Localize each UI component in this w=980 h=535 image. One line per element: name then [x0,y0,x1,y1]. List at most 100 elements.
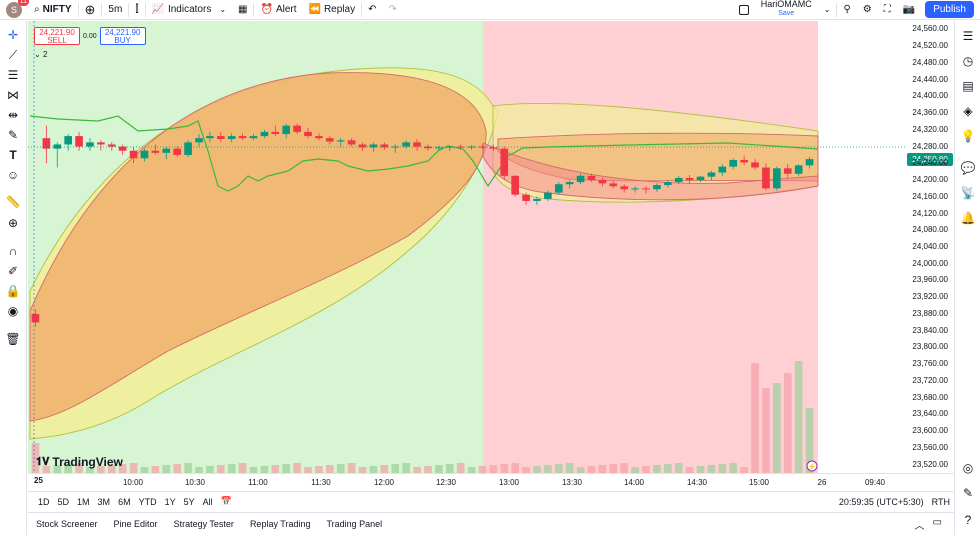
dom-button[interactable]: ◎ [959,459,977,477]
price-tick: 24,240.00 [912,158,948,168]
price-tick: 23,800.00 [912,342,948,352]
price-tick: 23,720.00 [912,375,948,385]
range-button-3m[interactable]: 3M [94,497,115,507]
range-button-1m[interactable]: 1M [73,497,94,507]
range-button-5y[interactable]: 5Y [180,497,199,507]
alert-button[interactable]: ⏰ Alert [254,0,302,20]
trendline-tool[interactable]: ⟋ [5,47,21,63]
chart-pane[interactable]: ⚡ [28,21,906,473]
date-range-button[interactable]: 📅 [217,496,236,507]
candle [478,146,487,148]
range-button-1d[interactable]: 1D [34,497,54,507]
range-button-1y[interactable]: 1Y [161,497,180,507]
target-icon: ◎ [962,461,974,475]
calendar-plus-icon: ▤ [962,79,974,93]
chat-button[interactable]: 💬 [959,159,977,177]
data-window-button[interactable]: ▤ [959,77,977,95]
time-tick: 09:40 [864,478,886,487]
watchlist-button[interactable]: ☰ [959,27,977,45]
settings-button[interactable]: ⚙ [857,0,878,20]
quick-search-button[interactable]: ⚲ [837,0,856,20]
buy-button[interactable]: 24,221.90 BUY [99,27,146,45]
candle [620,186,629,190]
alerts-button[interactable]: ◷ [959,52,977,70]
text-tool[interactable]: T [5,147,21,163]
clock-display[interactable]: 20:59:35 (UTC+5:30) [835,497,928,507]
calendar-icon: 📅 [220,496,232,506]
magnet-icon: ∩ [8,244,18,258]
price-tick: 24,520.00 [912,41,948,51]
indicators-button[interactable]: 📈 Indicators ⌄ [146,0,233,20]
candle [413,142,421,147]
volume-bar [794,361,803,473]
zoom-tool[interactable]: ⊕ [5,215,21,231]
fib-tool[interactable]: ☰ [5,67,21,83]
price-axis[interactable]: 24,250.80 24,560.00 24,520.00 24,480.00 24,… [906,21,954,473]
templates-button[interactable]: ▦ [232,0,253,20]
chevron-up-icon[interactable]: ︿ [915,517,925,532]
hide-tool[interactable]: ◉ [5,303,21,319]
streams-button[interactable]: 📡 [959,184,977,202]
ideas-button[interactable]: 💡 [959,127,977,145]
tab-stock-screener[interactable]: Stock Screener [28,519,106,529]
crosshair-tool[interactable]: ✛ [5,27,21,43]
tab-strategy-tester[interactable]: Strategy Tester [166,519,242,529]
sell-button[interactable]: 24,221.90 SELL [34,27,80,45]
range-button-6m[interactable]: 6M [114,497,135,507]
price-tick: 23,600.00 [912,426,948,436]
time-tick: 12:00 [373,478,395,487]
undo-button[interactable]: ↶ [362,0,382,20]
interval-button[interactable]: 5m [102,0,128,20]
tab-replay-trading[interactable]: Replay Trading [242,519,319,529]
user-avatar[interactable]: S 11 [6,0,29,18]
remove-tool[interactable]: 🗑 [5,331,21,347]
tab-pine-editor[interactable]: Pine Editor [106,519,166,529]
save-status: Save [778,9,795,17]
candle [751,162,759,168]
trendline-icon: ⟋ [8,47,18,62]
grid-icon: ▦ [238,4,248,15]
emoji-tool[interactable]: ☺ [5,167,21,183]
time-tick: 13:00 [498,478,520,487]
notifications-button[interactable]: 🔔 [959,209,977,227]
replay-button[interactable]: ⏪ Replay [303,0,362,20]
session-toggle[interactable]: RTH [928,497,954,507]
help-button[interactable]: ? [959,511,977,529]
redo-button[interactable]: ↷ [382,0,402,20]
alarm-clock-icon: ⏰ [260,4,273,15]
volume-bar [282,464,291,473]
layers-button[interactable]: ◈ [959,102,977,120]
range-button-ytd[interactable]: YTD [135,497,161,507]
symbol-search[interactable]: ⌕ NIFTY [28,0,78,20]
brush-tool[interactable]: ✎ [5,127,21,143]
magnet-tool[interactable]: ∩ [5,243,21,259]
chart-type-button[interactable]: ⫿ [129,0,144,20]
volume-bar [336,464,345,473]
trash-icon: 🗑 [5,332,21,346]
layout-name-button[interactable]: HariOMAMC Save [755,0,818,20]
range-button-all[interactable]: All [199,497,217,507]
layout-menu-button[interactable]: ⌄ [818,0,837,20]
drawing-toolbar: ✛ ⟋ ☰ ⋈ ⇹ ✎ T ☺ 📏 ⊕ ∩ ✐ 🔒 ◉ 🗑 [0,21,27,535]
lock-tool[interactable]: 🔒 [5,283,21,299]
projection-tool[interactable]: ⇹ [5,107,21,123]
measure-tool[interactable]: 📏 [5,194,21,210]
notes-button[interactable]: ✎ [959,484,977,502]
volume-bar [500,464,509,473]
snapshot-button[interactable]: 📷 [897,0,921,20]
compare-button[interactable]: ⊕ [79,0,102,20]
tab-trading-panel[interactable]: Trading Panel [318,519,390,529]
legend-toggle[interactable]: ⌄ 2 [34,50,47,59]
price-tick: 24,280.00 [912,141,948,151]
maximize-icon[interactable]: ▭ [933,517,942,532]
top-toolbar: S 11 ⌕ NIFTY ⊕ 5m ⫿ 📈 Indicators ⌄ ▦ ⏰ A… [0,0,980,20]
volume-bar [271,465,280,473]
pattern-tool[interactable]: ⋈ [5,87,21,103]
time-axis[interactable]: 10:00 10:30 11:00 11:30 12:00 12:30 13:00 13:30… [28,473,954,491]
publish-button[interactable]: Publish [925,1,974,18]
range-button-5d[interactable]: 5D [54,497,74,507]
stay-drawing-tool[interactable]: ✐ [5,263,21,279]
alert-label: Alert [275,4,297,15]
fullscreen-button[interactable]: ⛶ [878,0,897,20]
layout-toggle[interactable] [733,0,755,20]
